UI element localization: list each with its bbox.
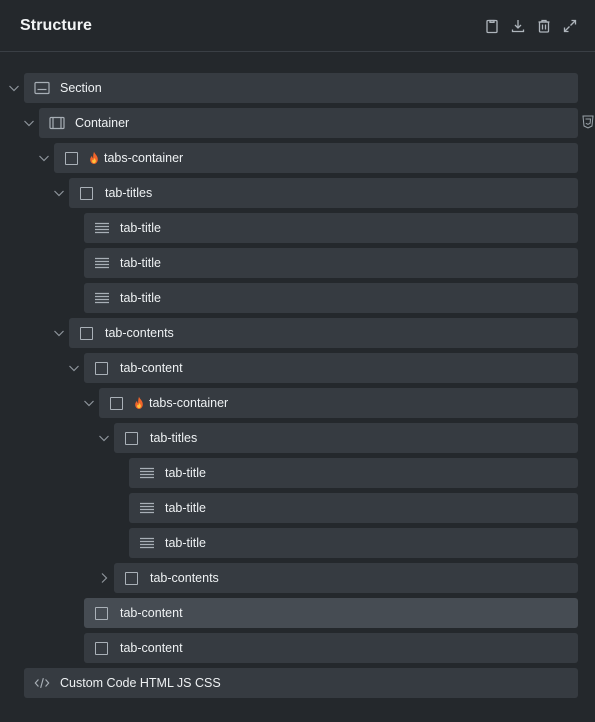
tree-node[interactable]: tab-content: [84, 598, 578, 628]
tree-node[interactable]: tab-contents: [69, 318, 578, 348]
tree-node[interactable]: tab-titles: [69, 178, 578, 208]
tree-node[interactable]: Section: [24, 73, 578, 103]
tree-node-label: tab-title: [120, 221, 161, 235]
tree-node-label: tab-content: [120, 361, 183, 375]
tree-row: tab-content: [0, 633, 595, 663]
code-icon: [34, 675, 50, 691]
chevron-down-icon[interactable]: [52, 186, 66, 200]
lines-icon: [139, 500, 155, 516]
tree-node[interactable]: Container: [39, 108, 578, 138]
css3-shield-icon: [582, 115, 594, 129]
tree-node[interactable]: tab-title: [84, 283, 578, 313]
tree-row: tab-titles: [0, 178, 595, 208]
section-icon: [34, 80, 50, 96]
tree-node-label: tab-title: [120, 256, 161, 270]
checkbox[interactable]: [80, 186, 93, 200]
clipboard-icon[interactable]: [483, 17, 501, 35]
panel-title: Structure: [20, 16, 93, 34]
tree-node[interactable]: tab-title: [129, 493, 578, 523]
tree-node-label: tab-titles: [150, 431, 198, 445]
fire-icon: [133, 396, 145, 410]
tree-row: tab-content: [0, 598, 595, 628]
expand-icon[interactable]: [561, 17, 579, 35]
tree-node-label: tab-contents: [150, 571, 219, 585]
tree-row: Container: [0, 108, 595, 138]
tree-node-label: tab-title: [120, 291, 161, 305]
chevron-down-icon[interactable]: [97, 431, 111, 445]
chevron-down-icon[interactable]: [67, 361, 81, 375]
chevron-down-icon[interactable]: [37, 151, 51, 165]
container-icon: [49, 115, 65, 131]
tree-row: tab-contents: [0, 563, 595, 593]
tree-node[interactable]: tab-title: [129, 458, 578, 488]
tree-row: tab-title: [0, 493, 595, 523]
tree-node[interactable]: tab-titles: [114, 423, 578, 453]
tree-row: tab-title: [0, 248, 595, 278]
tree-node[interactable]: tab-content: [84, 633, 578, 663]
chevron-down-icon[interactable]: [22, 116, 36, 130]
checkbox[interactable]: [65, 151, 78, 165]
tree-node[interactable]: Custom Code HTML JS CSS: [24, 668, 578, 698]
tree-node[interactable]: tab-title: [84, 248, 578, 278]
checkbox[interactable]: [125, 431, 138, 445]
chevron-down-icon[interactable]: [7, 81, 21, 95]
lines-icon: [139, 465, 155, 481]
tree-row: tabs-container: [0, 388, 595, 418]
checkbox[interactable]: [95, 606, 108, 620]
tree-row: tab-title: [0, 213, 595, 243]
structure-panel: Structure Section Container tabs-contain…: [0, 0, 595, 722]
tree-row: tab-title: [0, 283, 595, 313]
tree-row: tab-content: [0, 353, 595, 383]
lines-icon: [94, 255, 110, 271]
tree-node-label: Section: [60, 81, 102, 95]
tree-row: tab-title: [0, 528, 595, 558]
tree-node-label: tab-content: [120, 606, 183, 620]
checkbox[interactable]: [95, 361, 108, 375]
tree-node-label: tab-titles: [105, 186, 153, 200]
tree-row: tab-titles: [0, 423, 595, 453]
tree-node-label: tab-contents: [105, 326, 174, 340]
checkbox[interactable]: [95, 641, 108, 655]
lines-icon: [94, 220, 110, 236]
tree-node-label: tab-title: [165, 501, 206, 515]
tree-row: Custom Code HTML JS CSS: [0, 668, 595, 698]
tree-row: Section: [0, 73, 595, 103]
chevron-down-icon[interactable]: [82, 396, 96, 410]
tree-node[interactable]: tabs-container: [99, 388, 578, 418]
lines-icon: [94, 290, 110, 306]
chevron-right-icon[interactable]: [97, 571, 111, 585]
tree-node-label: tab-title: [165, 466, 206, 480]
tree-node-label: tabs-container: [149, 396, 229, 410]
trash-icon[interactable]: [535, 17, 553, 35]
chevron-down-icon[interactable]: [52, 326, 66, 340]
fire-icon: [88, 151, 100, 165]
tree-node-label: tab-content: [120, 641, 183, 655]
tree-node-label: tabs-container: [104, 151, 184, 165]
tree-node[interactable]: tab-title: [129, 528, 578, 558]
checkbox[interactable]: [110, 396, 123, 410]
header-actions: [483, 17, 579, 35]
tree-node[interactable]: tab-content: [84, 353, 578, 383]
checkbox[interactable]: [125, 571, 138, 585]
tree-node-label: tab-title: [165, 536, 206, 550]
tree-node[interactable]: tab-title: [84, 213, 578, 243]
tree-node-label: Custom Code HTML JS CSS: [60, 676, 221, 690]
tree-row: tab-contents: [0, 318, 595, 348]
download-icon[interactable]: [509, 17, 527, 35]
lines-icon: [139, 535, 155, 551]
tree-node[interactable]: tab-contents: [114, 563, 578, 593]
tree-row: tabs-container: [0, 143, 595, 173]
checkbox[interactable]: [80, 326, 93, 340]
tree-node[interactable]: tabs-container: [54, 143, 578, 173]
tree-row: tab-title: [0, 458, 595, 488]
panel-header: Structure: [0, 0, 595, 52]
tree-node-label: Container: [75, 116, 130, 130]
